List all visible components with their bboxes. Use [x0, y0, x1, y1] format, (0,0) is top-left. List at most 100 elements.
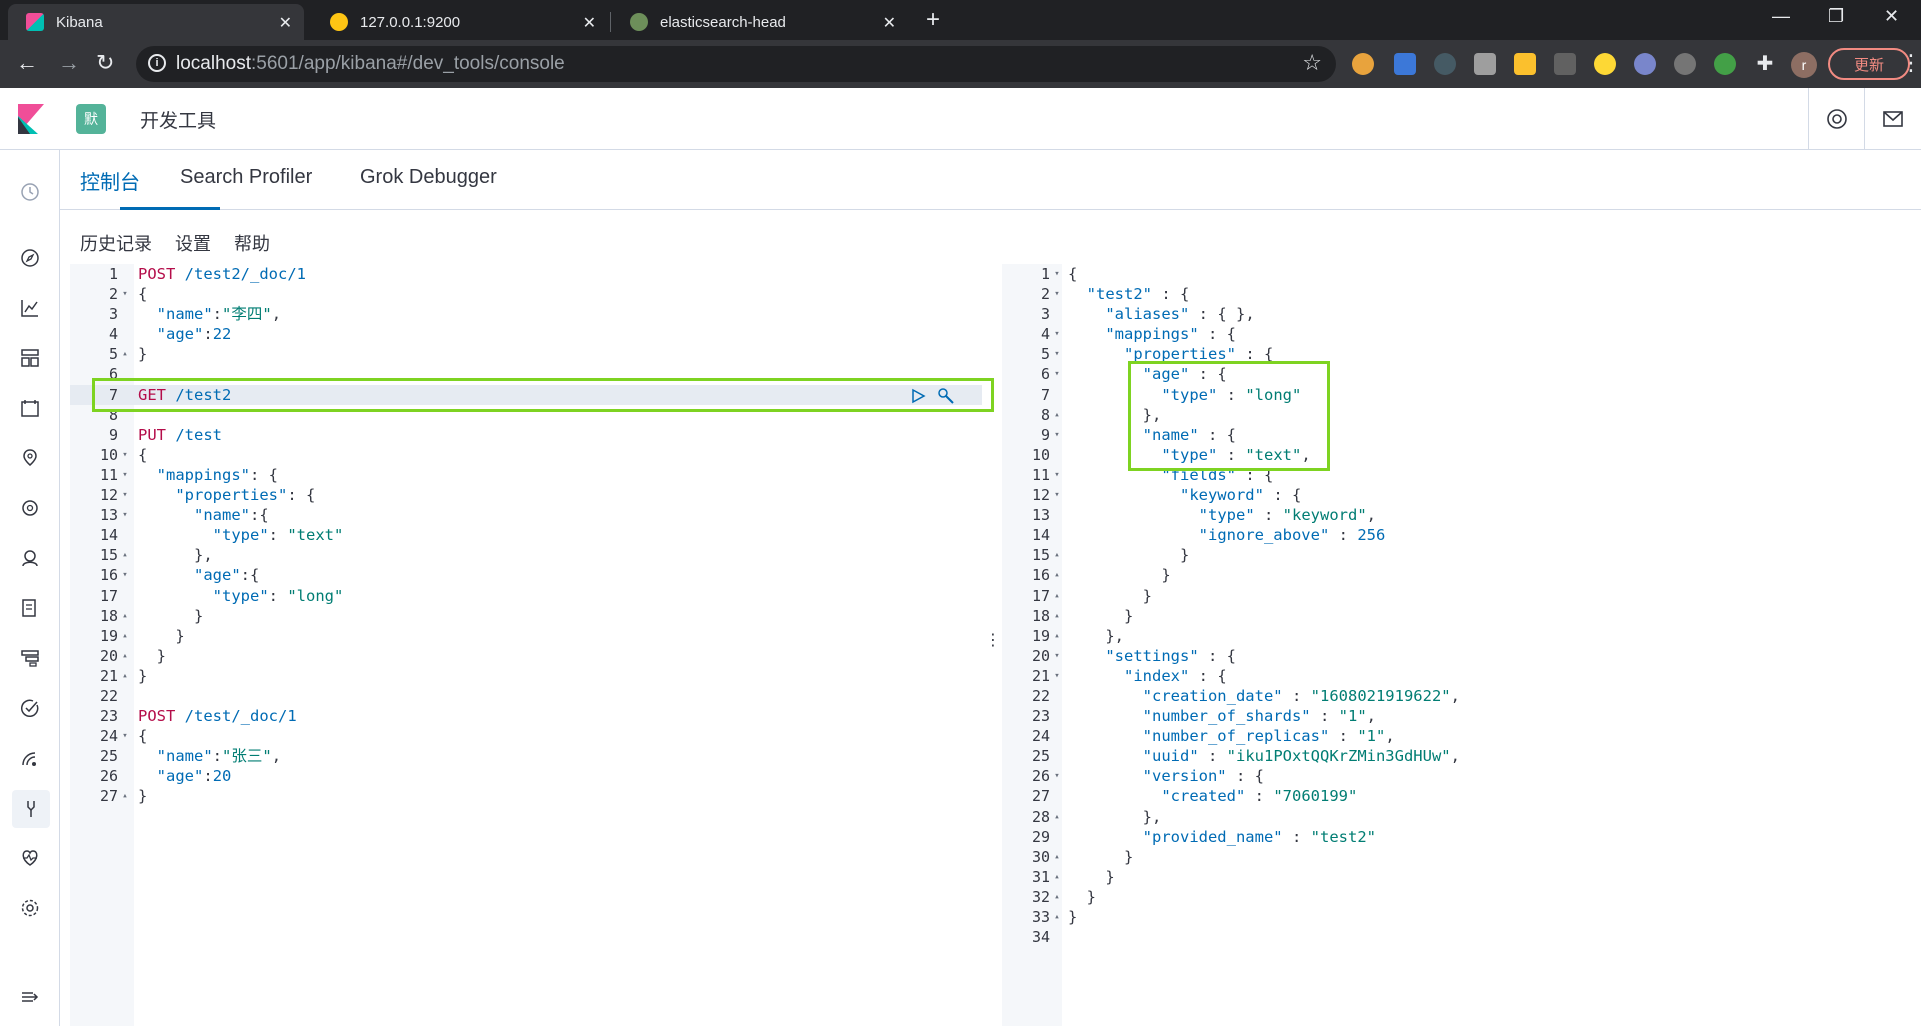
fold-toggle-icon[interactable]: ▾: [1052, 485, 1062, 505]
close-tab-icon[interactable]: ✕: [883, 13, 896, 33]
code-line[interactable]: 16 ▴ }: [1002, 565, 1914, 585]
management-icon[interactable]: [17, 895, 43, 921]
wrench-icon[interactable]: [936, 386, 956, 406]
code-line[interactable]: 4 "age":22: [70, 324, 982, 344]
code-line[interactable]: 25 "name":"张三",: [70, 746, 982, 766]
code-line[interactable]: 3 "name":"李四",: [70, 304, 982, 324]
bookmark-star-icon[interactable]: ☆: [1302, 50, 1322, 76]
fold-toggle-icon[interactable]: ▴: [1052, 545, 1062, 565]
logs-icon[interactable]: [17, 595, 43, 621]
restore-icon[interactable]: ❐: [1828, 6, 1844, 27]
collapse-icon[interactable]: [17, 984, 43, 1010]
code-line[interactable]: 24 ▾ {: [70, 726, 982, 746]
settings-link[interactable]: 设置: [175, 234, 211, 254]
siem-icon[interactable]: [17, 745, 43, 771]
code-line[interactable]: 23 "number_of_shards" : "1",: [1002, 706, 1914, 726]
code-line[interactable]: 32 ▴ }: [1002, 887, 1914, 907]
code-line[interactable]: 29 "provided_name" : "test2": [1002, 827, 1914, 847]
fold-toggle-icon[interactable]: ▾: [1052, 344, 1062, 364]
code-line[interactable]: 12 ▾ "properties": {: [70, 485, 982, 505]
tab-search-profiler[interactable]: Search Profiler: [180, 166, 312, 189]
fold-toggle-icon[interactable]: ▾: [1052, 364, 1062, 384]
code-line[interactable]: 5 ▴}: [70, 344, 982, 364]
tab-grok-debugger[interactable]: Grok Debugger: [360, 166, 497, 189]
fold-toggle-icon[interactable]: ▾: [1052, 324, 1062, 344]
code-line[interactable]: 33 ▴}: [1002, 907, 1914, 927]
fold-toggle-icon[interactable]: ▾: [1052, 284, 1062, 304]
code-line[interactable]: 24 "number_of_replicas" : "1",: [1002, 726, 1914, 746]
code-line[interactable]: 21 ▾ "index" : {: [1002, 666, 1914, 686]
code-line[interactable]: 11 ▾ "mappings": {: [70, 465, 982, 485]
address-bar[interactable]: i localhost:5601/app/kibana#/dev_tools/c…: [136, 46, 1336, 82]
help-menu-button[interactable]: [1808, 88, 1864, 150]
code-line[interactable]: 18 ▴ }: [70, 606, 982, 626]
clock-icon[interactable]: [17, 179, 43, 205]
fold-toggle-icon[interactable]: ▴: [1052, 907, 1062, 927]
code-line[interactable]: 2 ▾ "test2" : {: [1002, 284, 1914, 304]
fold-toggle-icon[interactable]: ▾: [120, 465, 130, 485]
canvas-icon[interactable]: [17, 395, 43, 421]
extension-icon[interactable]: [1352, 53, 1374, 75]
code-line[interactable]: 22 "creation_date" : "1608021919622",: [1002, 686, 1914, 706]
code-line[interactable]: 3 "aliases" : { },: [1002, 304, 1914, 324]
browser-tab-localhost[interactable]: 127.0.0.1:9200 ✕: [312, 4, 608, 40]
fold-toggle-icon[interactable]: ▾: [120, 505, 130, 525]
forward-icon[interactable]: →: [58, 50, 80, 76]
fold-toggle-icon[interactable]: ▴: [1052, 867, 1062, 887]
code-line[interactable]: 16 ▾ "age":{: [70, 565, 982, 585]
maps-icon[interactable]: [17, 445, 43, 471]
extension-icon[interactable]: [1634, 53, 1656, 75]
extension-icon[interactable]: [1514, 53, 1536, 75]
browser-tab-kibana[interactable]: Kibana ✕: [8, 4, 304, 40]
fold-toggle-icon[interactable]: ▴: [1052, 847, 1062, 867]
ml-icon[interactable]: [17, 495, 43, 521]
help-link[interactable]: 帮助: [234, 234, 270, 254]
code-line[interactable]: 1 ▾ {: [1002, 264, 1914, 284]
reload-icon[interactable]: ↻: [96, 50, 114, 76]
code-line[interactable]: 2 ▾ {: [70, 284, 982, 304]
extension-icon[interactable]: [1594, 53, 1616, 75]
site-info-icon[interactable]: i: [148, 54, 166, 72]
update-button[interactable]: 更新: [1828, 48, 1910, 80]
more-menu-icon[interactable]: ⋮: [1900, 50, 1921, 76]
fold-toggle-icon[interactable]: ▴: [120, 344, 130, 364]
code-line[interactable]: 13 ▾ "name":{: [70, 505, 982, 525]
play-icon[interactable]: [910, 388, 926, 404]
code-line[interactable]: 10 ▾ {: [70, 445, 982, 465]
code-line[interactable]: 26 "age":20: [70, 766, 982, 786]
code-line[interactable]: 17 ▴ }: [1002, 586, 1914, 606]
close-tab-icon[interactable]: ✕: [583, 13, 596, 33]
fold-toggle-icon[interactable]: ▴: [1052, 606, 1062, 626]
fold-toggle-icon[interactable]: ▴: [120, 545, 130, 565]
metrics-icon[interactable]: [17, 545, 43, 571]
code-line[interactable]: 15 ▴ },: [70, 545, 982, 565]
profile-avatar[interactable]: r: [1791, 52, 1817, 78]
extension-icon[interactable]: [1434, 53, 1456, 75]
tab-console[interactable]: 控制台: [80, 166, 140, 195]
code-line[interactable]: 26 ▾ "version" : {: [1002, 766, 1914, 786]
fold-toggle-icon[interactable]: ▴: [1052, 586, 1062, 606]
close-tab-icon[interactable]: ✕: [279, 13, 292, 33]
fold-toggle-icon[interactable]: ▴: [120, 606, 130, 626]
fold-toggle-icon[interactable]: ▾: [1052, 425, 1062, 445]
minimize-icon[interactable]: —: [1772, 6, 1790, 27]
back-icon[interactable]: ←: [16, 50, 38, 76]
code-line[interactable]: 18 ▴ }: [1002, 606, 1914, 626]
code-line[interactable]: 25 "uuid" : "iku1POxtQQKrZMin3GdHUw",: [1002, 746, 1914, 766]
extension-icon[interactable]: [1394, 53, 1416, 75]
history-link[interactable]: 历史记录: [80, 234, 152, 254]
code-line[interactable]: 20 ▾ "settings" : {: [1002, 646, 1914, 666]
fold-toggle-icon[interactable]: ▾: [1052, 465, 1062, 485]
code-line[interactable]: 1 POST /test2/_doc/1: [70, 264, 982, 284]
space-avatar[interactable]: 默: [76, 104, 106, 134]
puzzle-extensions-icon[interactable]: ✚: [1754, 53, 1776, 75]
code-line[interactable]: 13 "type" : "keyword",: [1002, 505, 1914, 525]
fold-toggle-icon[interactable]: ▴: [120, 626, 130, 646]
code-line[interactable]: 21 ▴}: [70, 666, 982, 686]
code-line[interactable]: 17 "type": "long": [70, 586, 982, 606]
extension-icon[interactable]: [1714, 53, 1736, 75]
code-line[interactable]: 9 PUT /test: [70, 425, 982, 445]
fold-toggle-icon[interactable]: ▴: [1052, 887, 1062, 907]
dashboard-icon[interactable]: [17, 345, 43, 371]
code-line[interactable]: 20 ▴ }: [70, 646, 982, 666]
